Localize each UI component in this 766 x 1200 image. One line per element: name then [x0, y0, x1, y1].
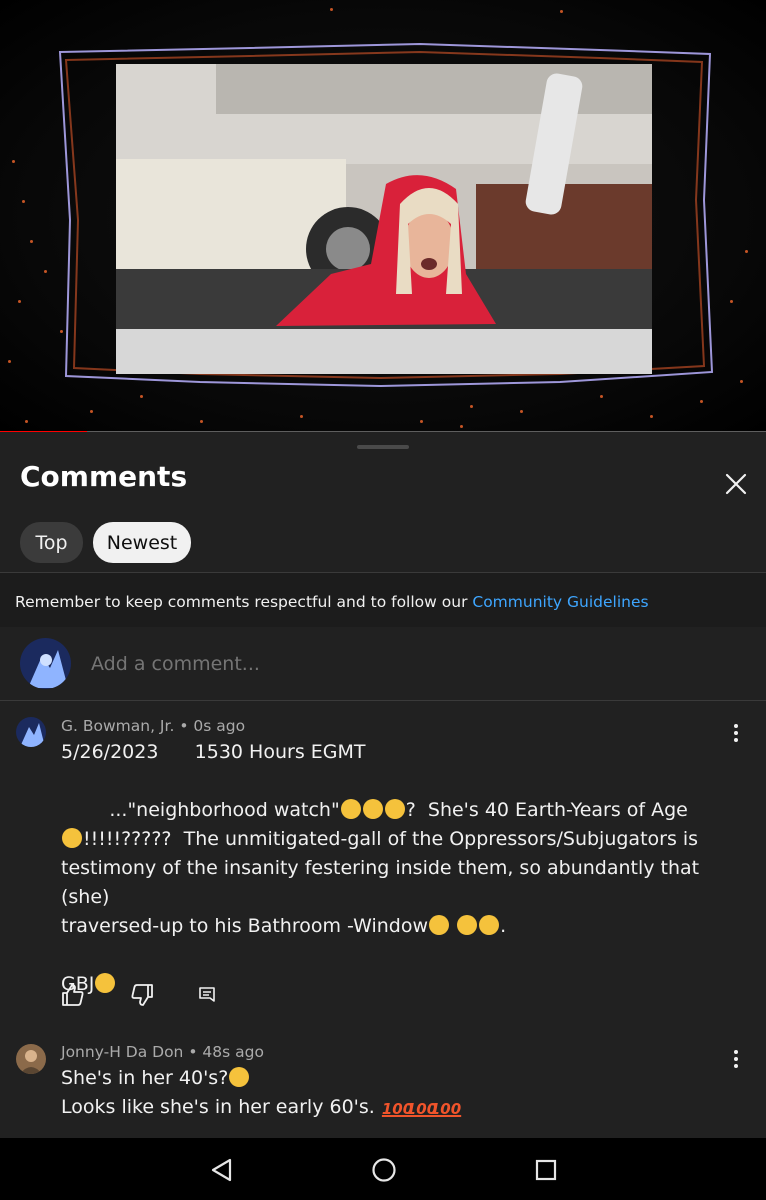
comment-line: ..."neighborhood watch"	[61, 799, 340, 821]
video-progress-fill	[0, 431, 87, 432]
close-button[interactable]	[716, 464, 756, 504]
comment-line: Looks like she's in her early 60's.	[61, 1096, 381, 1118]
community-guidelines-link[interactable]: Community Guidelines	[472, 593, 648, 611]
comment-line: 5/26/2023 1530 Hours EGMT	[61, 741, 366, 763]
comment-line: testimony of the insanity festering insi…	[61, 857, 706, 908]
guidelines-text: Remember to keep comments respectful and…	[15, 593, 473, 611]
grinning-emoji-icon	[340, 799, 361, 819]
mask-emoji-icon	[429, 915, 450, 935]
recents-icon	[535, 1159, 557, 1181]
add-comment-input[interactable]	[91, 647, 731, 681]
comment-item: Jonny-H Da Don • 48s ago She's in her 40…	[0, 1032, 766, 1138]
video-player[interactable]	[0, 0, 766, 432]
comment-text: 5/26/2023 1530 Hours EGMT ..."neighborho…	[61, 738, 741, 999]
comments-title: Comments	[20, 460, 188, 493]
comment-meta: G. Bowman, Jr. • 0s ago	[61, 717, 246, 735]
comment-line: traversed-up to his Bathroom -Window	[61, 915, 429, 937]
comments-panel: Comments Top Newest Remember to keep com…	[0, 434, 766, 1138]
home-button[interactable]	[367, 1153, 401, 1187]
comment-line: She's in her 40's?	[61, 1067, 229, 1089]
close-icon	[725, 473, 747, 495]
home-icon	[372, 1158, 396, 1182]
rolling-eyes-emoji-icon	[384, 799, 405, 819]
back-icon	[211, 1158, 232, 1182]
thumbs-down-icon	[131, 984, 153, 1006]
drag-handle[interactable]	[357, 445, 409, 449]
video-thumbnail	[116, 64, 652, 374]
upside-down-emoji-icon	[62, 828, 82, 848]
hundred-points-emoji-icon: 100	[381, 1100, 414, 1118]
sunglasses-emoji-icon	[95, 973, 116, 993]
filter-chip-top[interactable]: Top	[20, 522, 83, 563]
hundred-points-emoji-icon: 100	[405, 1100, 438, 1118]
fearful-emoji-icon	[457, 915, 478, 935]
commenter-avatar[interactable]	[16, 1044, 46, 1074]
comment-item: G. Bowman, Jr. • 0s ago 5/26/2023 1530 H…	[0, 701, 766, 1031]
screaming-emoji-icon	[479, 915, 500, 935]
hundred-points-emoji-icon: 100	[429, 1100, 462, 1118]
dislike-button[interactable]	[128, 980, 158, 1010]
grinning-emoji-icon	[362, 799, 383, 819]
comment-line: !!!!!????? The unmitigated-gall of the O…	[83, 828, 699, 850]
back-button[interactable]	[205, 1153, 239, 1187]
commenter-avatar[interactable]	[16, 717, 46, 747]
reply-icon	[199, 987, 215, 1002]
system-navigation-bar	[0, 1138, 766, 1200]
recents-button[interactable]	[529, 1153, 563, 1187]
video-progress-bar[interactable]	[0, 431, 766, 432]
video-scene-image	[116, 64, 652, 374]
comment-author[interactable]: G. Bowman, Jr.	[61, 717, 174, 735]
thinking-emoji-icon	[229, 1067, 250, 1087]
comment-text: She's in her 40's? Looks like she's in h…	[61, 1064, 741, 1122]
comment-line: .	[500, 915, 507, 937]
add-comment-row	[0, 627, 766, 700]
my-avatar	[20, 638, 71, 689]
comment-author[interactable]: Jonny-H Da Don	[61, 1043, 183, 1061]
comment-time: 48s ago	[202, 1043, 264, 1061]
comment-time: 0s ago	[193, 717, 246, 735]
thumbs-up-icon	[62, 984, 84, 1006]
comment-line: ? She's 40 Earth-Years of Age	[405, 799, 688, 821]
reply-button[interactable]	[192, 980, 222, 1010]
guidelines-banner: Remember to keep comments respectful and…	[0, 573, 766, 627]
like-button[interactable]	[57, 980, 87, 1010]
filter-chip-newest[interactable]: Newest	[93, 522, 191, 563]
comment-meta: Jonny-H Da Don • 48s ago	[61, 1043, 264, 1061]
